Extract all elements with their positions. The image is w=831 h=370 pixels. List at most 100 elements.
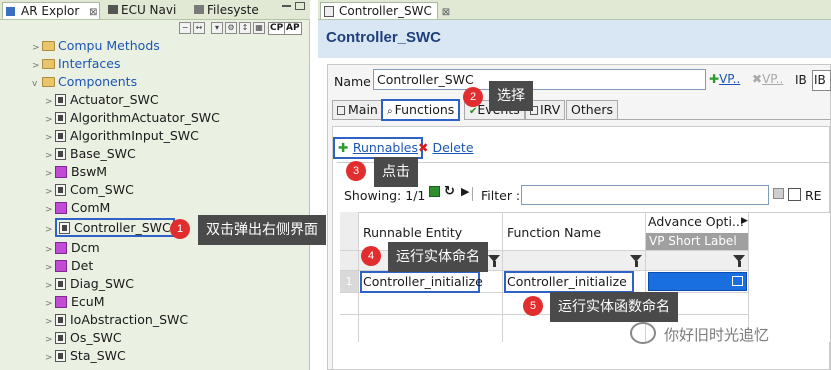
tree-item-sta-swc[interactable]: > Sta_SWC (45, 347, 126, 365)
tree-item-algorithm-input-swc[interactable]: > AlgorithmInput_SWC (45, 127, 199, 145)
grid-icon[interactable]: ▦ (253, 22, 265, 34)
tab-others[interactable]: Others (566, 100, 619, 120)
tree-item-dcm[interactable]: > Dcm (45, 239, 100, 257)
tree-item-diag-swc[interactable]: > Diag_SWC (45, 275, 134, 293)
filter-icon[interactable]: ▾ (211, 22, 223, 34)
grid-col-line (748, 212, 749, 342)
folder-open-icon (42, 77, 55, 87)
runnable-entity-cell[interactable]: Controller_initialize (360, 271, 483, 293)
column-header-function-name[interactable]: Function Name (507, 225, 601, 240)
tree-item-interfaces[interactable]: > Interfaces (32, 55, 120, 73)
maximize-icon[interactable] (295, 2, 305, 10)
tree-item-bswm[interactable]: > BswM (45, 163, 107, 181)
tab-ecu-navigator[interactable]: ECU Navi (104, 2, 180, 19)
name-field[interactable]: Controller_SWC (373, 69, 706, 90)
tree-item-ioabstraction-swc[interactable]: > IoAbstraction_SWC (45, 311, 188, 329)
tab-ar-explorer[interactable]: AR Explor ⊠ (2, 2, 100, 19)
chevron-right-icon[interactable]: ▶ (741, 216, 748, 226)
tree-item-os-swc[interactable]: > Os_SWC (45, 329, 122, 347)
chevron-right-icon[interactable]: > (45, 349, 55, 367)
tree-item-base-swc[interactable]: > Base_SWC (45, 145, 136, 163)
filter-label: Filter : (481, 188, 521, 203)
export-icon[interactable] (429, 186, 440, 197)
tree-item-label: Components (58, 74, 138, 89)
row-index: 1 (340, 271, 358, 292)
re-label: RE (805, 188, 822, 203)
collapse-all-icon[interactable]: − (179, 22, 191, 34)
cp-toggle[interactable]: CP (268, 22, 286, 35)
tab-label: AR Explor (21, 4, 80, 18)
tree-item-label: Dcm (71, 240, 100, 255)
runnables-link: Runnables (352, 140, 418, 155)
tree-item-components[interactable]: v Components (32, 73, 137, 91)
refresh-icon[interactable]: ↻ (444, 184, 455, 199)
tree-item-actuator-swc[interactable]: > Actuator_SWC (45, 91, 159, 109)
tab-label: IRV (540, 102, 561, 117)
swc-icon (55, 332, 66, 344)
settings-icon[interactable]: ⚙ (225, 22, 237, 34)
annotation-callout-4: 运行实体命名 (388, 242, 488, 272)
tree-item-com-swc[interactable]: > Com_SWC (45, 181, 134, 199)
bsw-module-icon (55, 260, 67, 272)
ib-button[interactable]: IB (795, 73, 807, 87)
chevron-down-icon[interactable]: v (32, 75, 42, 93)
swc-icon (55, 314, 66, 326)
separator (472, 187, 473, 201)
name-label: Name (334, 74, 371, 89)
swc-icon (324, 6, 334, 17)
re-checkbox[interactable] (788, 188, 801, 201)
runnables-button[interactable]: ✚ Runnables (333, 137, 423, 159)
tree-item-comm[interactable]: > ComM (45, 199, 110, 217)
tab-label: Filesyste (207, 3, 259, 17)
annotation-callout-5: 运行实体函数命名 (550, 292, 678, 322)
vp-short-label-header: VP Short Label (646, 233, 748, 250)
tree-item-compu-methods[interactable]: > Compu Methods (32, 37, 160, 55)
tree-item-ecum[interactable]: > EcuM (45, 293, 104, 311)
annotation-badge-2: 2 (463, 87, 483, 107)
annotation-callout-3: 点击 (374, 157, 418, 187)
tree-item-label: Com_SWC (70, 182, 134, 197)
arrow-right-icon[interactable]: ▶ (461, 185, 469, 198)
filter-cell[interactable] (503, 251, 645, 270)
ap-toggle[interactable]: AP (284, 22, 302, 35)
tab-controller-swc[interactable]: Controller_SWC ⊠ (320, 2, 450, 19)
annotation-badge-5: 5 (523, 296, 543, 316)
tab-main[interactable]: Main (332, 100, 383, 120)
annotation-badge-3: 3 (346, 161, 366, 181)
showing-count: Showing: 1/1 (344, 188, 426, 203)
selected-item-highlight[interactable]: Controller_SWC (55, 218, 175, 237)
close-icon[interactable]: ⊠ (89, 7, 97, 18)
ib-field[interactable]: IB (812, 70, 831, 91)
filter-icon[interactable] (488, 255, 501, 267)
tree-item-label: Base_SWC (70, 146, 136, 161)
tab-label: Others (571, 102, 614, 117)
tree-item-det[interactable]: > Det (45, 257, 93, 275)
tab-functions[interactable]: ⌕ Functions (381, 99, 461, 121)
chevron-right-icon[interactable]: > (45, 201, 55, 219)
tab-label: Controller_SWC (339, 4, 432, 18)
add-vp-button[interactable]: ✚VP.. (709, 72, 740, 86)
bsw-module-icon (55, 202, 67, 214)
link-editor-icon[interactable]: ↔ (193, 22, 205, 34)
filter-icon[interactable] (733, 255, 746, 267)
folder-icon (42, 41, 55, 51)
tree-item-algorithm-actuator-swc[interactable]: > AlgorithmActuator_SWC (45, 109, 220, 127)
delete-button[interactable]: ✖ Delete (418, 139, 474, 157)
function-name-cell[interactable]: Controller_initialize (504, 271, 634, 293)
column-header-runnable-entity[interactable]: Runnable Entity (363, 225, 462, 240)
minimize-icon[interactable] (282, 5, 291, 7)
tree-item-controller-swc[interactable]: > Controller_SWC (45, 218, 175, 239)
remove-vp-button[interactable]: ✖VP.. (752, 72, 783, 86)
table-icon[interactable] (732, 276, 743, 286)
sort-icon[interactable]: ↕ (239, 22, 251, 34)
column-header-advance-options[interactable]: Advance Opti... (646, 213, 748, 231)
close-icon[interactable]: ⊠ (442, 7, 450, 18)
tab-filesystem[interactable]: Filesyste (190, 2, 263, 19)
tab-label: Functions (394, 102, 455, 117)
editor-header: Controller_SWC (318, 20, 831, 58)
bsw-module-icon (55, 242, 67, 254)
filter-icon[interactable] (630, 255, 643, 267)
filter-input[interactable] (521, 185, 769, 205)
chevron-right-icon[interactable]: > (45, 221, 55, 239)
filter-options-icon[interactable] (773, 188, 784, 199)
